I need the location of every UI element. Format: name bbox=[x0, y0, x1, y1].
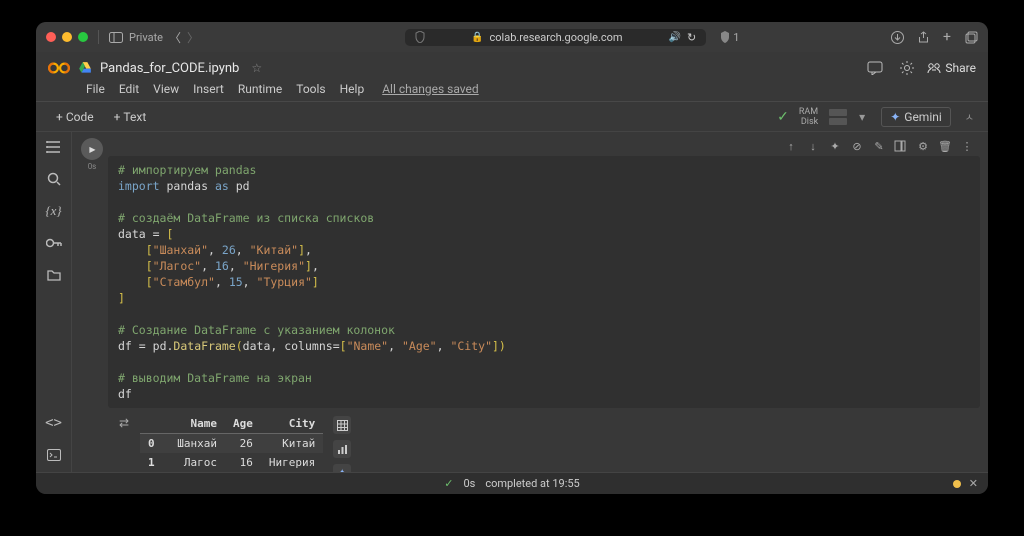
menu-bar: File Edit View Insert Runtime Tools Help… bbox=[36, 80, 988, 102]
close-status-icon[interactable]: ✕ bbox=[969, 477, 978, 490]
zoom-window-button[interactable] bbox=[78, 32, 88, 42]
df-wand-icon[interactable]: ✦ bbox=[333, 464, 351, 472]
menu-runtime[interactable]: Runtime bbox=[232, 80, 288, 98]
window-controls bbox=[46, 32, 88, 42]
close-window-button[interactable] bbox=[46, 32, 56, 42]
status-time: 0s bbox=[463, 477, 475, 490]
drive-icon bbox=[78, 61, 92, 75]
notebook-title[interactable]: Pandas_for_CODE.ipynb bbox=[100, 61, 239, 76]
refresh-icon[interactable]: ↻ bbox=[687, 31, 696, 44]
menu-edit[interactable]: Edit bbox=[113, 80, 145, 98]
browser-titlebar: Private 〈 〉 🔒 colab.research.google.com … bbox=[36, 22, 988, 52]
output-toggle-icon[interactable]: ⇄ bbox=[119, 416, 129, 472]
df-chart-icon[interactable] bbox=[333, 440, 351, 458]
files-icon[interactable] bbox=[45, 266, 63, 284]
cell-gutter: 0s bbox=[76, 136, 108, 472]
delete-cell-icon[interactable]: 🗑 bbox=[938, 140, 952, 153]
browser-right-icons: + bbox=[891, 29, 978, 45]
share-button[interactable]: Share bbox=[927, 61, 976, 75]
status-completed: completed at 19:55 bbox=[485, 477, 579, 490]
toc-icon[interactable] bbox=[45, 138, 63, 156]
mirror-cell-icon[interactable] bbox=[894, 140, 908, 152]
comments-icon[interactable] bbox=[863, 59, 887, 77]
shield-status-icon[interactable] bbox=[720, 31, 730, 43]
sparkle-icon: ✦ bbox=[890, 110, 900, 124]
colab-header: Pandas_for_CODE.ipynb ☆ Share bbox=[36, 52, 988, 80]
menu-help[interactable]: Help bbox=[334, 80, 371, 98]
code-snippets-icon[interactable]: <> bbox=[45, 414, 63, 432]
nav-back-icon[interactable]: 〈 bbox=[169, 29, 181, 46]
run-cell-button[interactable] bbox=[81, 138, 103, 160]
star-icon[interactable]: ☆ bbox=[251, 61, 262, 75]
nav-forward-icon[interactable]: 〉 bbox=[187, 29, 199, 46]
dataframe-table: NameAgeCity0Шанхай26Китай1Лагос16Нигерия… bbox=[140, 414, 323, 472]
gemini-button[interactable]: ✦ Gemini bbox=[881, 107, 951, 127]
add-code-button[interactable]: + Code bbox=[50, 108, 100, 126]
notebook-toolbar: + Code + Text ✓ RAM Disk ▾ ✦ Gemini ㅅ bbox=[36, 102, 988, 132]
app-window: Private 〈 〉 🔒 colab.research.google.com … bbox=[36, 22, 988, 494]
runtime-dropdown-icon[interactable]: ▾ bbox=[859, 110, 865, 124]
code-editor[interactable]: # импортируем pandasimport pandas as pd … bbox=[108, 156, 980, 408]
private-label: Private bbox=[129, 31, 163, 44]
url-bar[interactable]: 🔒 colab.research.google.com 🔊 ↻ bbox=[405, 29, 706, 46]
status-ok-icon: ✓ bbox=[444, 477, 453, 490]
dataframe-side-icons: ✦ bbox=[333, 414, 351, 472]
table-row: 1Лагос16Нигерия bbox=[140, 453, 323, 472]
move-down-icon[interactable]: ↓ bbox=[806, 140, 820, 153]
exec-time-label: 0s bbox=[88, 162, 97, 171]
minimize-window-button[interactable] bbox=[62, 32, 72, 42]
search-rail-icon[interactable] bbox=[45, 170, 63, 188]
code-cell: 0s ↑ ↓ ✦ ⊘ ✎ ⚙ 🗑 ⋮ # импортируем pandasi bbox=[76, 136, 980, 472]
left-rail: {x} <> bbox=[36, 132, 72, 472]
download-icon[interactable] bbox=[891, 31, 904, 44]
tabs-overview-icon[interactable] bbox=[965, 31, 978, 44]
edit-cell-icon[interactable]: ✎ bbox=[872, 140, 886, 153]
link-cell-icon[interactable]: ⊘ bbox=[850, 140, 864, 153]
colab-logo-icon[interactable] bbox=[48, 57, 70, 79]
menu-view[interactable]: View bbox=[147, 80, 185, 98]
new-tab-icon[interactable]: + bbox=[943, 29, 951, 45]
menu-insert[interactable]: Insert bbox=[187, 80, 230, 98]
resource-bars bbox=[829, 109, 847, 125]
df-explore-icon[interactable] bbox=[333, 416, 351, 434]
tab-count: 1 bbox=[733, 31, 739, 44]
shield-icon bbox=[415, 31, 425, 43]
status-bar: ✓ 0s completed at 19:55 ✕ bbox=[36, 472, 988, 494]
add-text-button[interactable]: + Text bbox=[108, 108, 153, 126]
url-text: colab.research.google.com bbox=[490, 31, 623, 44]
settings-icon[interactable] bbox=[895, 58, 919, 78]
status-dot-icon bbox=[953, 480, 961, 488]
secrets-icon[interactable] bbox=[45, 234, 63, 252]
connected-check-icon: ✓ bbox=[777, 109, 789, 125]
table-row: 0Шанхай26Китай bbox=[140, 434, 323, 454]
gear-cell-icon[interactable]: ⚙ bbox=[916, 140, 930, 153]
sidebar-icon[interactable] bbox=[109, 32, 123, 43]
move-up-icon[interactable]: ↑ bbox=[784, 140, 798, 153]
more-cell-icon[interactable]: ⋮ bbox=[960, 140, 974, 153]
collapse-header-icon[interactable]: ㅅ bbox=[965, 109, 974, 124]
variables-icon[interactable]: {x} bbox=[45, 202, 63, 220]
lock-icon: 🔒 bbox=[471, 32, 483, 43]
menu-tools[interactable]: Tools bbox=[290, 80, 331, 98]
cell-toolbar: ↑ ↓ ✦ ⊘ ✎ ⚙ 🗑 ⋮ bbox=[108, 136, 980, 156]
notebook-content: 0s ↑ ↓ ✦ ⊘ ✎ ⚙ 🗑 ⋮ # импортируем pandasi bbox=[72, 132, 988, 472]
menu-file[interactable]: File bbox=[80, 80, 111, 98]
sparkle-cell-icon[interactable]: ✦ bbox=[828, 140, 842, 153]
main-body: {x} <> 0s ↑ ↓ ✦ ⊘ bbox=[36, 132, 988, 472]
resource-indicator[interactable]: RAM Disk bbox=[799, 107, 818, 127]
share-browser-icon[interactable] bbox=[918, 31, 929, 44]
cell-output: ⇄ NameAgeCity0Шанхай26Китай1Лагос16Нигер… bbox=[108, 414, 980, 472]
save-status[interactable]: All changes saved bbox=[376, 80, 484, 98]
terminal-icon[interactable] bbox=[45, 446, 63, 464]
audio-icon[interactable]: 🔊 bbox=[669, 32, 681, 43]
